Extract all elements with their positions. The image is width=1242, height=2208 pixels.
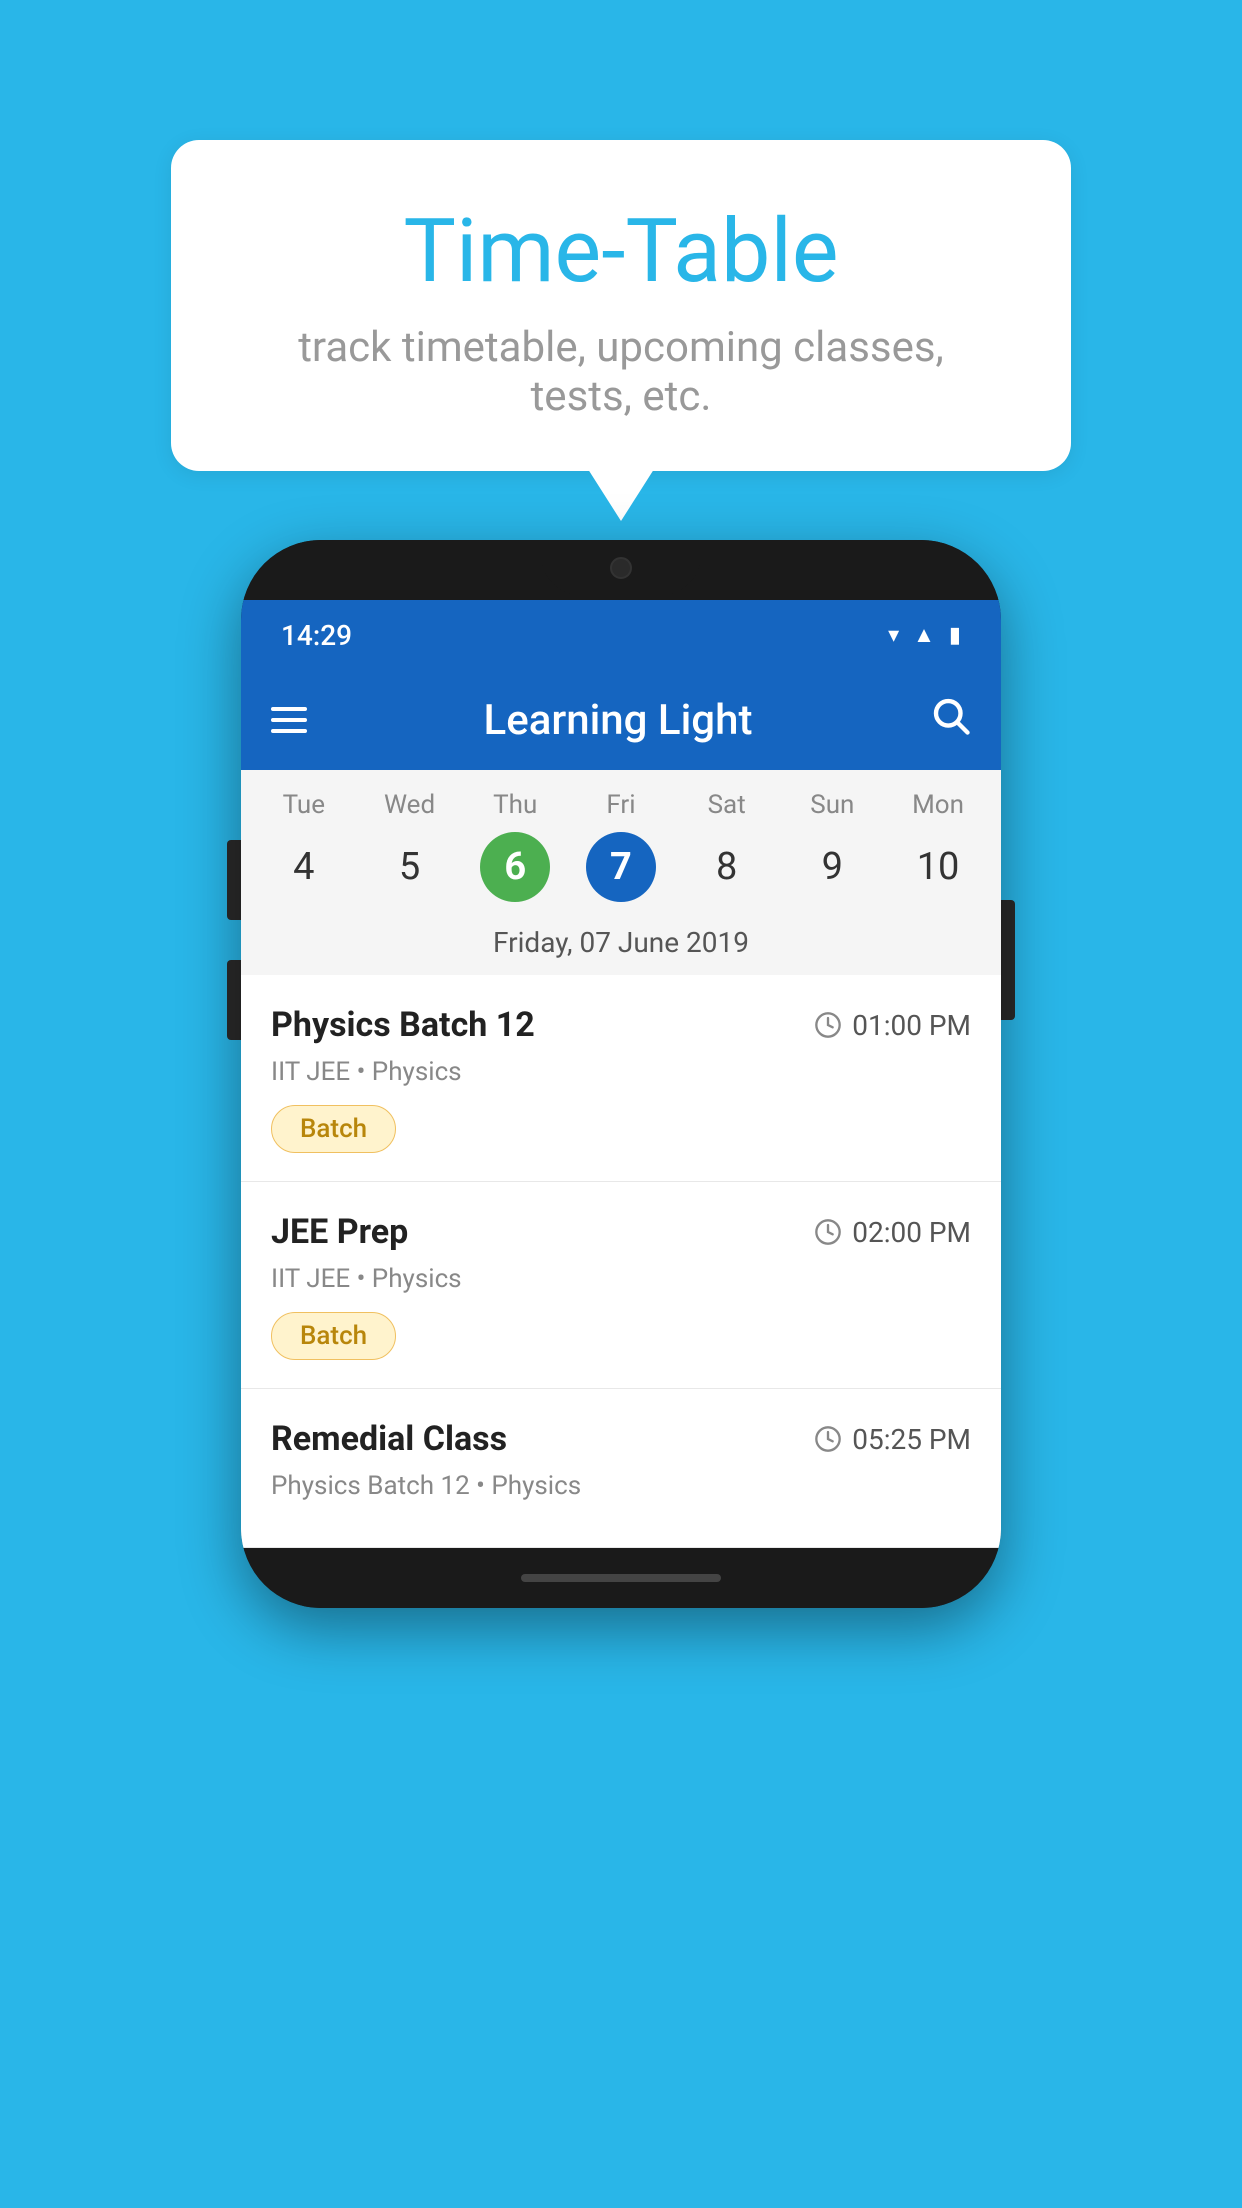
volume-down-button <box>227 960 241 1040</box>
bubble-subtitle: track timetable, upcoming classes, tests… <box>251 323 991 421</box>
schedule-item[interactable]: Physics Batch 12 01:00 PM IIT JEE • Physic… <box>241 975 1001 1182</box>
clock-icon <box>814 1011 842 1039</box>
day-name: Mon <box>912 790 964 820</box>
calendar-day-thu[interactable]: Thu 6 <box>470 790 560 902</box>
bubble-title: Time-Table <box>251 200 991 303</box>
phone-bottom-bezel <box>241 1548 1001 1608</box>
calendar-day-mon[interactable]: Mon 10 <box>893 790 983 902</box>
schedule-subtitle: Physics Batch 12 • Physics <box>271 1471 971 1501</box>
wifi-icon: ▾ <box>888 623 899 648</box>
day-name: Tue <box>283 790 325 820</box>
schedule-time: 01:00 PM <box>814 1009 971 1042</box>
calendar-strip: Tue 4 Wed 5 Thu 6 Fri 7 Sat 8 Sun 9 Mon 10 Friday, 07… <box>241 770 1001 975</box>
schedule-subtitle: IIT JEE • Physics <box>271 1057 971 1087</box>
day-number[interactable]: 5 <box>375 832 445 902</box>
phone-frame: 14:29 ▾ ▲ ▮ <box>241 540 1001 1608</box>
day-number[interactable]: 10 <box>903 832 973 902</box>
calendar-day-fri[interactable]: Fri 7 <box>576 790 666 902</box>
day-number[interactable]: 4 <box>269 832 339 902</box>
schedule-item-header: Physics Batch 12 01:00 PM <box>271 1005 971 1045</box>
schedule-title: JEE Prep <box>271 1212 408 1252</box>
phone-screen: 14:29 ▾ ▲ ▮ <box>241 600 1001 1548</box>
day-name: Thu <box>493 790 537 820</box>
schedule-item[interactable]: Remedial Class 05:25 PM Physics Batch 12 •… <box>241 1389 1001 1548</box>
day-number[interactable]: 9 <box>797 832 867 902</box>
schedule-time: 05:25 PM <box>814 1423 971 1456</box>
clock-icon <box>814 1425 842 1453</box>
schedule-time: 02:00 PM <box>814 1216 971 1249</box>
day-name: Fri <box>606 790 635 820</box>
battery-icon: ▮ <box>949 623 961 648</box>
phone-container: 14:29 ▾ ▲ ▮ <box>241 540 1001 1608</box>
signal-icon: ▲ <box>913 622 935 648</box>
schedule-item[interactable]: JEE Prep 02:00 PM IIT JEE • Physics Batch <box>241 1182 1001 1389</box>
phone-wrapper: 14:29 ▾ ▲ ▮ <box>241 540 1001 1608</box>
status-bar: 14:29 ▾ ▲ ▮ <box>241 600 1001 670</box>
power-button <box>1001 900 1015 1020</box>
schedule-title: Remedial Class <box>271 1419 507 1459</box>
calendar-day-tue[interactable]: Tue 4 <box>259 790 349 902</box>
day-number[interactable]: 7 <box>586 832 656 902</box>
day-name: Wed <box>384 790 435 820</box>
days-row: Tue 4 Wed 5 Thu 6 Fri 7 Sat 8 Sun 9 Mon 10 <box>241 790 1001 902</box>
menu-button[interactable] <box>271 707 307 733</box>
schedule-item-header: Remedial Class 05:25 PM <box>271 1419 971 1459</box>
speech-bubble: Time-Table track timetable, upcoming cla… <box>171 140 1071 471</box>
clock-icon <box>814 1218 842 1246</box>
schedule-list: Physics Batch 12 01:00 PM IIT JEE • Physic… <box>241 975 1001 1548</box>
schedule-item-header: JEE Prep 02:00 PM <box>271 1212 971 1252</box>
day-number[interactable]: 6 <box>480 832 550 902</box>
selected-date-label: Friday, 07 June 2019 <box>241 912 1001 975</box>
day-name: Sat <box>708 790 746 820</box>
app-bar: Learning Light <box>241 670 1001 770</box>
batch-badge: Batch <box>271 1105 396 1153</box>
front-camera <box>610 557 632 579</box>
top-section: Time-Table track timetable, upcoming cla… <box>0 0 1242 471</box>
day-name: Sun <box>810 790 854 820</box>
phone-top-bezel <box>241 540 1001 600</box>
phone-notch <box>541 540 701 595</box>
schedule-title: Physics Batch 12 <box>271 1005 535 1045</box>
calendar-day-sat[interactable]: Sat 8 <box>682 790 772 902</box>
day-number[interactable]: 8 <box>692 832 762 902</box>
batch-badge: Batch <box>271 1312 396 1360</box>
time-text: 02:00 PM <box>852 1216 971 1249</box>
search-button[interactable] <box>929 694 971 747</box>
time-text: 05:25 PM <box>852 1423 971 1456</box>
status-icons: ▾ ▲ ▮ <box>888 622 961 648</box>
time-text: 01:00 PM <box>852 1009 971 1042</box>
calendar-day-wed[interactable]: Wed 5 <box>365 790 455 902</box>
status-time: 14:29 <box>281 619 352 652</box>
schedule-subtitle: IIT JEE • Physics <box>271 1264 971 1294</box>
volume-up-button <box>227 840 241 920</box>
calendar-day-sun[interactable]: Sun 9 <box>787 790 877 902</box>
home-indicator <box>521 1574 721 1582</box>
app-title: Learning Light <box>337 696 899 745</box>
